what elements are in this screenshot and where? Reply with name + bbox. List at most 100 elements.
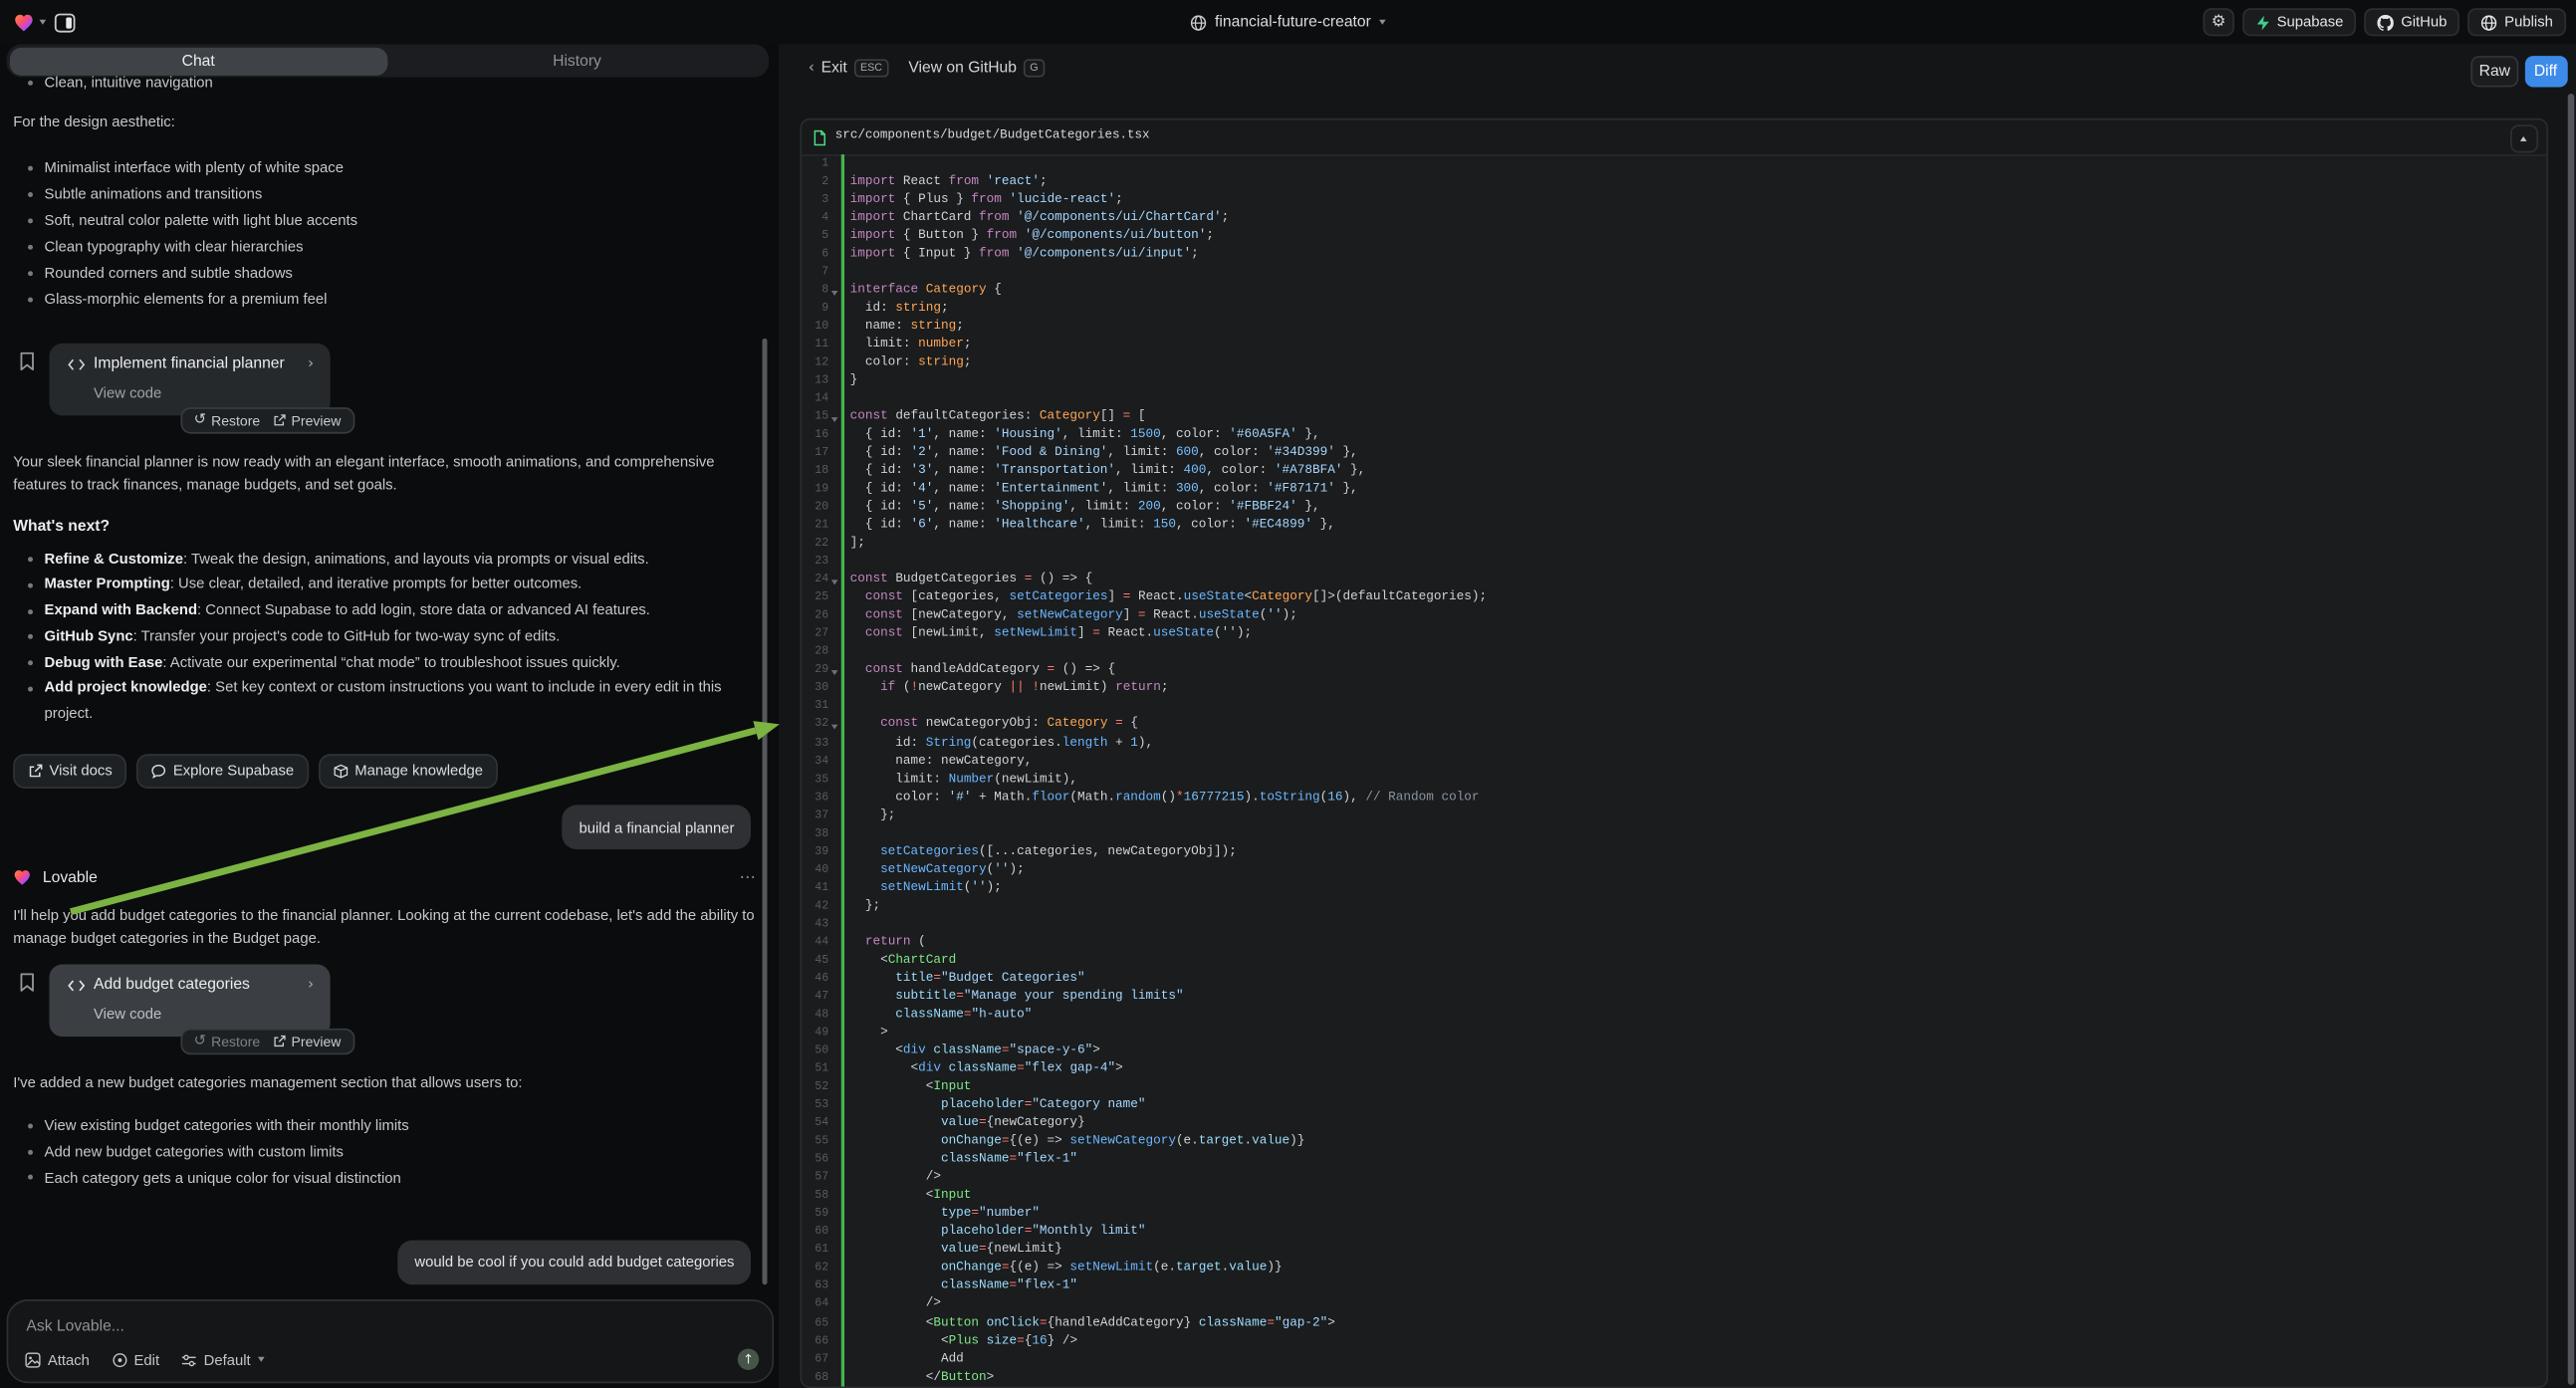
restore-button[interactable]: ↺Restore bbox=[194, 412, 261, 428]
fold-icon[interactable] bbox=[831, 580, 838, 585]
list-item: GitHub Sync: Transfer your project's cod… bbox=[13, 624, 756, 650]
line-number: 62 bbox=[803, 1263, 828, 1275]
chat-composer: Ask Lovable... Attach Edit Default ↑ bbox=[7, 1299, 774, 1383]
code-line: 26 const [newCategory, setNewCategory] =… bbox=[803, 607, 2546, 625]
edit-card-add-budget-categories[interactable]: Add budget categories › View code bbox=[49, 964, 330, 1037]
fold-icon[interactable] bbox=[831, 417, 838, 422]
line-number: 13 bbox=[803, 374, 828, 387]
edit-card-implement-financial-planner[interactable]: Implement financial planner › View code bbox=[49, 344, 330, 416]
chat-scrollbar[interactable] bbox=[762, 339, 767, 1284]
external-link-icon bbox=[273, 1035, 286, 1047]
list-item: Soft, neutral color palette with light b… bbox=[13, 207, 357, 233]
edit-mode-button[interactable]: Edit bbox=[111, 1351, 159, 1367]
globe-icon bbox=[2481, 14, 2497, 30]
code-line: 30 if (!newCategory || !newLimit) return… bbox=[803, 680, 2546, 698]
window-scrollbar[interactable] bbox=[2567, 94, 2574, 1385]
bookmark-icon[interactable] bbox=[20, 351, 35, 371]
bookmark-icon[interactable] bbox=[20, 973, 35, 993]
chat-bubble-icon bbox=[151, 763, 166, 778]
fold-icon[interactable] bbox=[831, 291, 838, 296]
code-line: 16 { id: '1', name: 'Housing', limit: 15… bbox=[803, 426, 2546, 444]
code-line: 53 placeholder="Category name" bbox=[803, 1096, 2546, 1114]
preview-button[interactable]: Preview bbox=[273, 1033, 341, 1048]
edit-card-title-row[interactable]: Add budget categories › bbox=[68, 976, 314, 994]
package-icon bbox=[334, 763, 349, 778]
lovable-heart-icon bbox=[13, 869, 31, 886]
explore-supabase-button[interactable]: Explore Supabase bbox=[137, 753, 310, 788]
code-line: 7 bbox=[803, 263, 2546, 281]
code-line: 24const BudgetCategories = () => { bbox=[803, 572, 2546, 589]
line-number: 27 bbox=[803, 628, 828, 641]
code-line: 66 <Plus size={16} /> bbox=[803, 1332, 2546, 1350]
code-line: 10 name: string; bbox=[803, 318, 2546, 336]
preview-button[interactable]: Preview bbox=[273, 412, 341, 428]
bullet-icon bbox=[28, 1175, 33, 1180]
diff-tab[interactable]: Diff bbox=[2524, 55, 2567, 86]
bullet-icon bbox=[28, 1149, 33, 1154]
project-switcher[interactable]: financial-future-creator bbox=[1190, 0, 1385, 45]
code-line: 68 </Button> bbox=[803, 1368, 2546, 1386]
bullet-icon bbox=[28, 687, 33, 692]
tab-history[interactable]: History bbox=[387, 47, 766, 75]
collapse-file-button[interactable] bbox=[2510, 124, 2538, 152]
code-line: 47 subtitle="Manage your spending limits… bbox=[803, 988, 2546, 1006]
list-item: Add project knowledge: Set key context o… bbox=[13, 676, 756, 727]
restore-button[interactable]: ↺Restore bbox=[194, 1033, 261, 1048]
line-number: 43 bbox=[803, 918, 828, 931]
toggle-sidebar-button[interactable] bbox=[54, 12, 75, 32]
code-line: 40 setNewCategory(''); bbox=[803, 861, 2546, 879]
view-on-github-button[interactable]: View on GitHub G bbox=[908, 59, 1045, 77]
chat-panel: Chat History Clean, intuitive navigation… bbox=[0, 45, 779, 1388]
bullet-icon bbox=[28, 661, 33, 666]
exit-button[interactable]: ‹ Exit ESC bbox=[809, 59, 889, 77]
external-link-icon bbox=[28, 763, 43, 778]
message-menu-button[interactable]: ⋯ bbox=[739, 869, 755, 887]
send-button[interactable]: ↑ bbox=[738, 1349, 759, 1370]
manage-knowledge-button[interactable]: Manage knowledge bbox=[319, 753, 498, 788]
list-item: Refine & Customize: Tweak the design, an… bbox=[13, 547, 756, 573]
publish-button[interactable]: Publish bbox=[2468, 8, 2566, 36]
model-selector[interactable]: Default bbox=[181, 1351, 264, 1367]
raw-tab[interactable]: Raw bbox=[2470, 55, 2518, 86]
chevron-down-icon bbox=[1379, 20, 1386, 25]
code-line: 25 const [categories, setCategories] = R… bbox=[803, 589, 2546, 607]
attach-button[interactable]: Attach bbox=[25, 1351, 90, 1367]
line-number: 22 bbox=[803, 538, 828, 551]
fold-icon[interactable] bbox=[831, 725, 838, 730]
code-line: 50 <div className="space-y-6"> bbox=[803, 1042, 2546, 1060]
code-line: 57 /> bbox=[803, 1169, 2546, 1187]
code-line: 33 id: String(categories.length + 1), bbox=[803, 734, 2546, 752]
whats-next-list: Refine & Customize: Tweak the design, an… bbox=[13, 547, 756, 728]
line-number: 5 bbox=[803, 229, 828, 242]
line-number: 39 bbox=[803, 845, 828, 858]
code-file-card: src/components/budget/BudgetCategories.t… bbox=[801, 118, 2548, 1388]
code-line: 65 <Button onClick={handleAddCategory} c… bbox=[803, 1314, 2546, 1332]
line-number: 4 bbox=[803, 211, 828, 224]
bullet-icon bbox=[28, 608, 33, 613]
whats-next-heading: What's next? bbox=[13, 517, 110, 535]
file-header[interactable]: src/components/budget/BudgetCategories.t… bbox=[803, 119, 2546, 155]
github-button[interactable]: GitHub bbox=[2365, 8, 2460, 36]
visit-docs-button[interactable]: Visit docs bbox=[13, 753, 126, 788]
fold-icon[interactable] bbox=[831, 671, 838, 676]
line-number: 16 bbox=[803, 429, 828, 442]
lovable-heart-icon bbox=[13, 12, 34, 32]
supabase-button[interactable]: Supabase bbox=[2242, 8, 2357, 36]
bullet-icon bbox=[28, 634, 33, 639]
line-number: 31 bbox=[803, 701, 828, 714]
edit-card-title-row[interactable]: Implement financial planner › bbox=[68, 354, 314, 372]
settings-button[interactable]: ⚙ bbox=[2203, 8, 2233, 36]
line-number: 30 bbox=[803, 682, 828, 695]
view-code-link[interactable]: View code bbox=[94, 1005, 161, 1021]
lovable-logo-menu[interactable] bbox=[13, 12, 46, 32]
line-number: 8 bbox=[803, 284, 828, 297]
code-line: 19 { id: '4', name: 'Entertainment', lim… bbox=[803, 481, 2546, 499]
code-line: 12 color: string; bbox=[803, 353, 2546, 371]
panel-toggle-icon bbox=[54, 12, 75, 32]
code-line: 4import ChartCard from '@/components/ui/… bbox=[803, 209, 2546, 227]
file-path: src/components/budget/BudgetCategories.t… bbox=[835, 129, 1150, 142]
chat-input[interactable]: Ask Lovable... bbox=[26, 1317, 123, 1335]
line-number: 28 bbox=[803, 646, 828, 659]
view-code-link[interactable]: View code bbox=[94, 383, 161, 399]
bullet-icon bbox=[28, 165, 33, 170]
